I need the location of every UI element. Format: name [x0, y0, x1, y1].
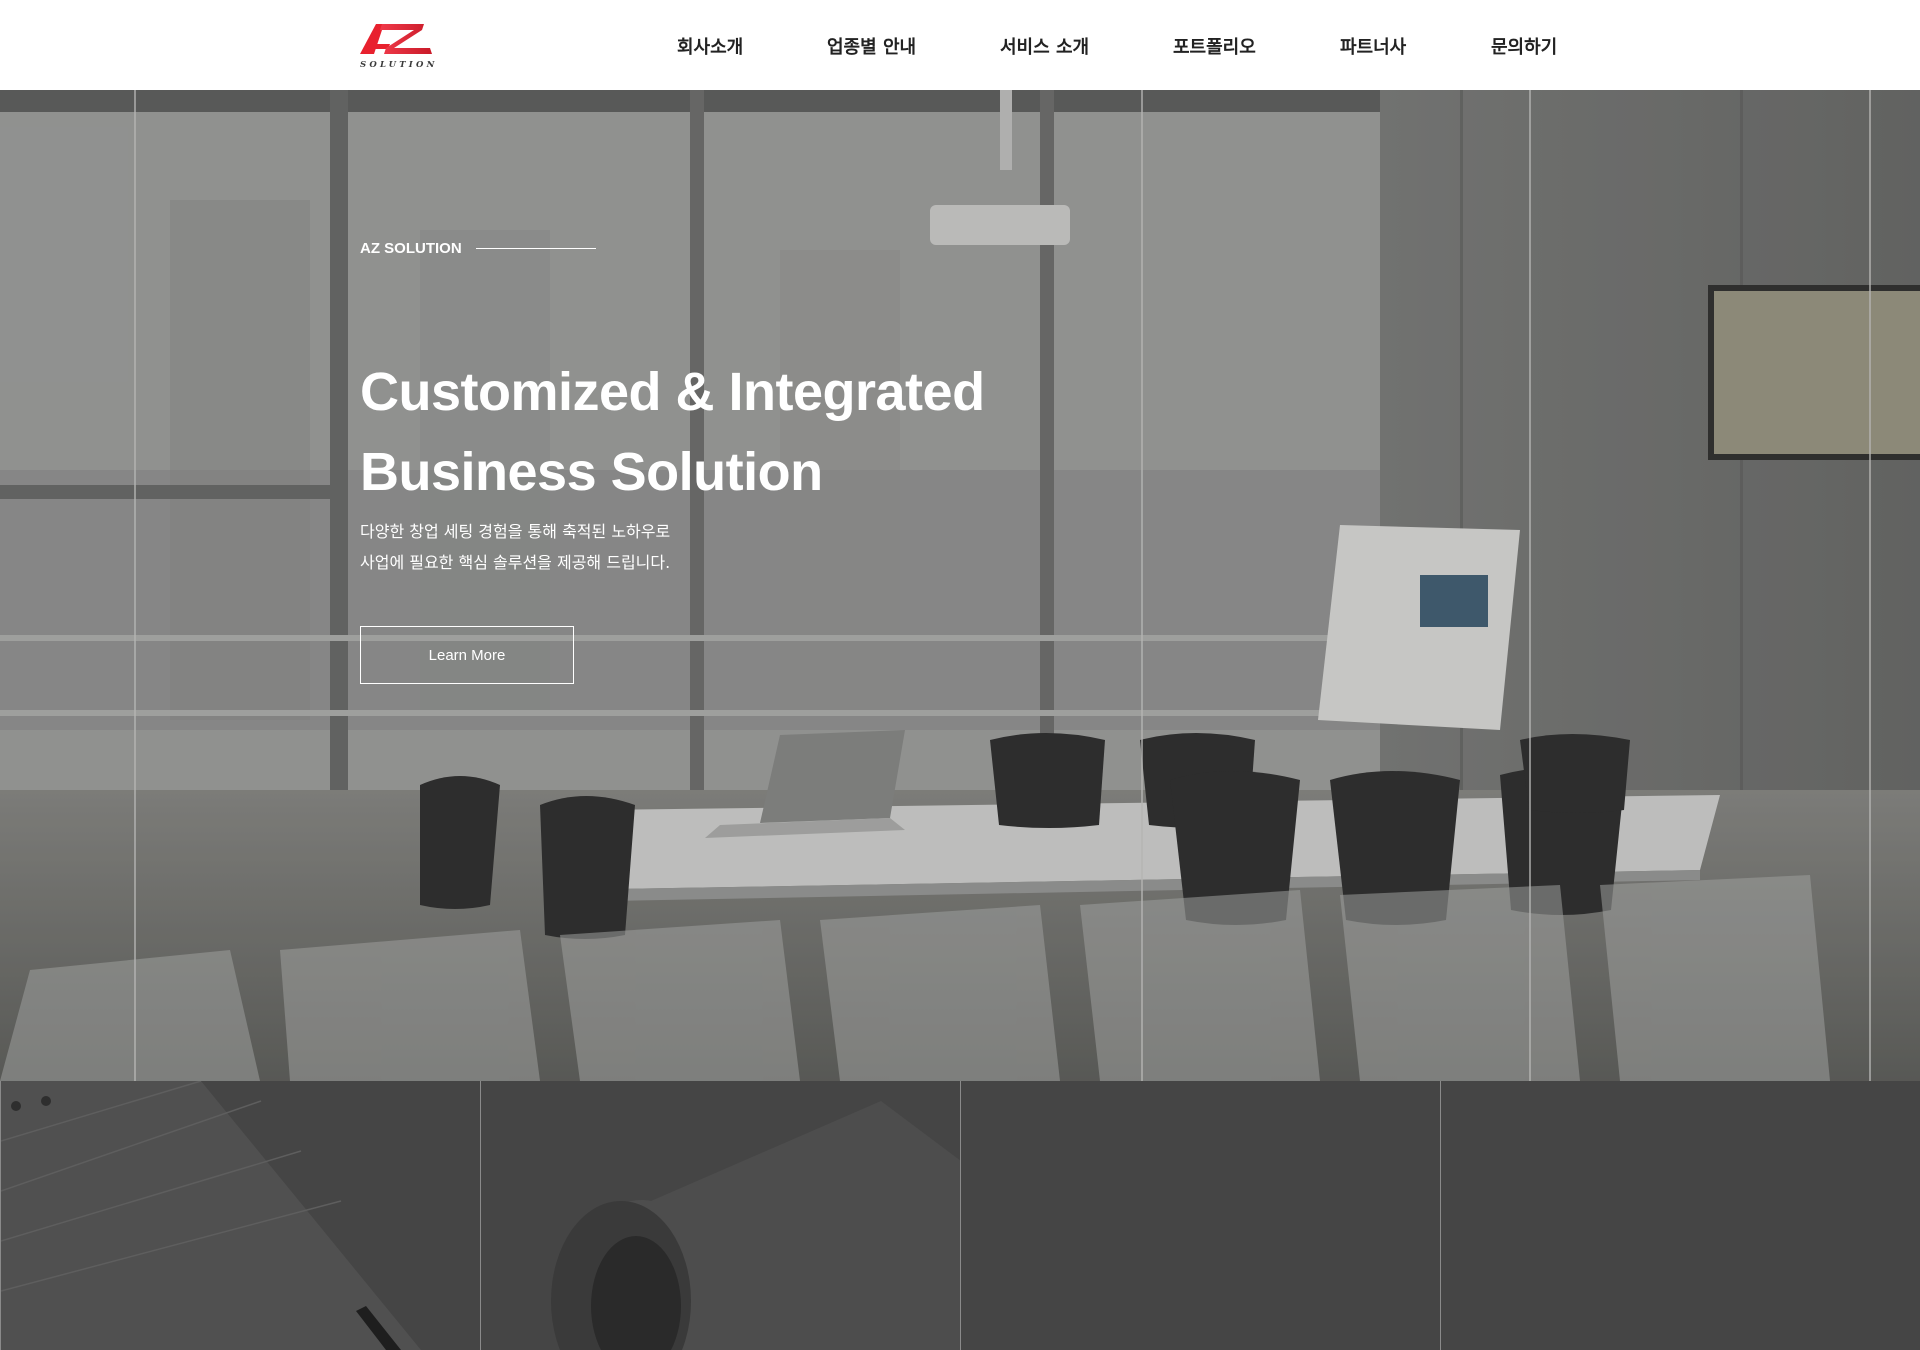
- nav-item-services[interactable]: 서비스 소개: [1000, 33, 1089, 59]
- logo-subtitle: SOLUTION: [360, 60, 438, 70]
- hero-title-line-1: Customized & Integrated: [360, 362, 985, 422]
- nav-item-company[interactable]: 회사소개: [677, 33, 743, 59]
- tile-paper-roll[interactable]: [480, 1081, 960, 1350]
- logo[interactable]: SOLUTION: [360, 18, 436, 72]
- hero-desc-line-2: 사업에 필요한 핵심 솔루션을 제공해 드립니다.: [360, 553, 671, 572]
- eyebrow-text: AZ SOLUTION: [360, 240, 462, 257]
- hero-title: Customized & Integrated Business Solutio…: [360, 352, 1260, 512]
- hero-eyebrow: AZ SOLUTION: [360, 240, 596, 257]
- paper-roll-image: [551, 1101, 960, 1350]
- az-logo-icon: [360, 24, 432, 54]
- hero-overlay: [0, 90, 1920, 1081]
- feature-tiles: [0, 1081, 1920, 1350]
- hero-title-line-2: Business Solution: [360, 442, 823, 502]
- tile-calendar[interactable]: [0, 1081, 480, 1350]
- tile-blank-4[interactable]: [1440, 1081, 1920, 1350]
- eyebrow-divider: [475, 248, 596, 249]
- tile-blank-3[interactable]: [960, 1081, 1440, 1350]
- hero-description: 다양한 창업 세팅 경험을 통해 축적된 노하우로 사업에 필요한 핵심 솔루션…: [360, 516, 960, 578]
- nav-item-contact[interactable]: 문의하기: [1491, 33, 1557, 59]
- hero-section: AZ SOLUTION Customized & Integrated Busi…: [0, 90, 1920, 1081]
- hero-desc-line-1: 다양한 창업 세팅 경험을 통해 축적된 노하우로: [360, 522, 671, 541]
- main-nav: 회사소개 업종별 안내 서비스 소개 포트폴리오 파트너사 문의하기: [600, 0, 1600, 90]
- nav-item-portfolio[interactable]: 포트폴리오: [1173, 33, 1256, 59]
- site-header: SOLUTION 회사소개 업종별 안내 서비스 소개 포트폴리오 파트너사 문…: [0, 0, 1920, 90]
- nav-item-industry[interactable]: 업종별 안내: [827, 33, 916, 59]
- nav-item-partners[interactable]: 파트너사: [1340, 33, 1406, 59]
- learn-more-button[interactable]: Learn More: [360, 626, 574, 684]
- calendar-image: [1, 1081, 421, 1350]
